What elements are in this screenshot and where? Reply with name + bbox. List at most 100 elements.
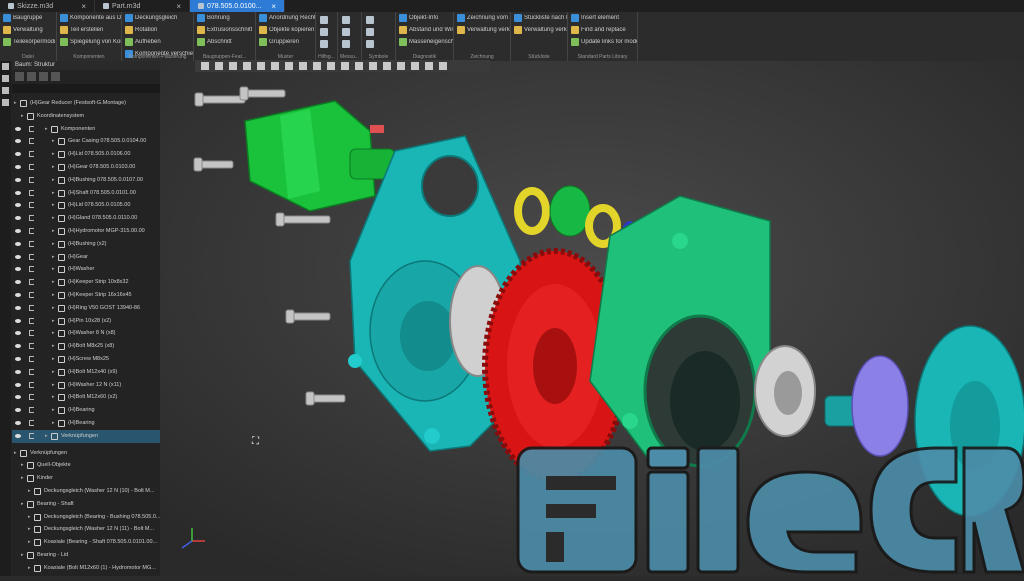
visibility-eye-icon[interactable] [15,139,21,144]
expand-arrow-icon[interactable]: ▸ [21,498,24,511]
tree-row[interactable]: ▸ (H)Gear 078.505.0.0103.00 [12,161,160,174]
visibility-eye-icon[interactable] [15,331,21,336]
lock-icon[interactable] [29,176,34,183]
camera-icon[interactable] [355,62,363,70]
ribbon-button[interactable]: Masseneigenschaften [399,38,453,46]
ribbon-button[interactable]: Gruppieren [259,38,299,46]
lock-icon[interactable] [29,164,34,170]
visibility-eye-icon[interactable] [15,267,21,272]
tool-icon[interactable] [342,16,350,24]
ribbon-button[interactable]: Aufheben [125,38,161,46]
expand-arrow-icon[interactable]: ▸ [14,97,17,110]
visibility-eye-icon[interactable] [15,280,21,285]
visibility-eye-icon[interactable] [15,216,21,221]
visibility-eye-icon[interactable] [15,203,21,208]
tree-row[interactable]: ▸ (H)Lid 078.505.0.0105.00 [12,199,160,212]
menu-icon[interactable] [2,99,9,106]
tree-row[interactable]: ▸ Koaxiale (Bolt M12x60 (1) - Hydromotor … [12,562,160,575]
visibility-eye-icon[interactable] [15,126,21,131]
expand-arrow-icon[interactable]: ▸ [52,302,55,315]
ribbon-button[interactable]: Zeichnung vom Modell erstellen [457,14,510,22]
tree-row[interactable]: ▸ (H)Bolt M8x25 (x8) [12,340,160,353]
lock-icon[interactable] [29,292,34,298]
tree-row[interactable]: ▸ Bearing - Shaft [12,498,160,511]
expand-arrow-icon[interactable]: ▸ [52,161,55,174]
lock-icon[interactable] [29,407,34,414]
close-icon[interactable]: × [81,2,86,11]
document-tab[interactable]: Skizze.m3d × [0,0,95,12]
ribbon-button[interactable]: Objekte kopieren [259,26,314,34]
tree-row[interactable]: ▸ (H)Bearing [12,404,160,417]
orient-icon[interactable] [383,62,391,70]
tree-row[interactable]: ▸ (H)Washer [12,263,160,276]
hide-icon[interactable] [313,62,321,70]
visibility-eye-icon[interactable] [15,152,21,157]
expand-arrow-icon[interactable]: ▸ [52,327,55,340]
lock-icon[interactable] [29,356,34,362]
properties-icon[interactable] [2,75,9,82]
ribbon-button[interactable]: Bohrung [197,14,230,22]
tree-row[interactable]: ▸ Quell-Objekte [12,459,160,472]
lock-icon[interactable] [29,228,34,234]
tool-icon[interactable] [342,28,350,36]
expand-arrow-icon[interactable]: ▸ [52,148,55,161]
tree-row[interactable]: ▸ (H)Bushing (x2) [12,238,160,251]
tree-row[interactable]: ▸ Bearing - Lid [12,549,160,562]
visibility-eye-icon[interactable] [15,433,21,438]
tree-row[interactable]: ▸ (H)Screw M8x25 [12,353,160,366]
expand-arrow-icon[interactable]: ▸ [52,187,55,200]
ribbon-button[interactable]: Deckungsgleich [125,14,177,22]
close-icon[interactable]: × [176,2,181,11]
tree-row[interactable]: ▸ (H)Gland 078.505.0.0110.00 [12,212,160,225]
filter-icon[interactable] [327,62,335,70]
tree-row[interactable]: ▸ Deckungsgleich (Washer 12 N (11) - Bolt… [12,523,160,536]
visibility-eye-icon[interactable] [15,357,21,361]
expand-arrow-icon[interactable]: ▸ [21,472,24,485]
lock-icon[interactable] [29,138,34,145]
document-tab[interactable]: 078.505.0.0100... × [190,0,285,12]
light-icon[interactable] [341,62,349,70]
lock-icon[interactable] [29,394,34,401]
ribbon-button[interactable]: Find and replace [571,26,626,34]
lock-icon[interactable] [29,432,34,439]
expand-arrow-icon[interactable]: ▸ [52,366,55,379]
select-icon[interactable] [201,62,209,70]
view-cube-icon[interactable] [271,62,279,70]
visibility-eye-icon[interactable] [15,369,21,374]
lock-icon[interactable] [29,279,34,286]
visibility-eye-icon[interactable] [15,408,21,413]
visibility-eye-icon[interactable] [15,395,21,400]
expand-arrow-icon[interactable]: ▸ [52,379,55,392]
tree-row[interactable]: ▸ Deckungsgleich (Bearing - Bushing 078.5… [12,511,160,524]
ribbon-button[interactable]: Baugruppe [3,14,42,22]
tree-row[interactable]: ▸ (H)Bearing [12,417,160,430]
filter-icon[interactable] [39,72,48,81]
expand-arrow-icon[interactable]: ▸ [14,447,17,460]
settings-icon[interactable] [51,72,60,81]
tree-row[interactable]: ▸ (H)Washer 12 N (x11) [12,379,160,392]
lock-icon[interactable] [29,343,34,350]
tree-row[interactable]: ▸ (H)Shaft 078.505.0.0101.00 [12,187,160,200]
visibility-eye-icon[interactable] [15,190,21,195]
expand-arrow-icon[interactable]: ▸ [52,174,55,187]
expand-arrow-icon[interactable]: ▸ [45,123,48,136]
expand-arrow-icon[interactable]: ▸ [52,340,55,353]
tool-icon[interactable] [342,40,350,48]
tree-row[interactable]: ▸ Komponenten [12,123,160,136]
expand-arrow-icon[interactable]: ▸ [52,251,55,264]
lock-icon[interactable] [29,215,34,222]
ribbon-button[interactable]: Insert element [571,14,619,22]
expand-arrow-icon[interactable]: ▸ [28,511,31,524]
lock-icon[interactable] [29,420,34,426]
tree-row[interactable]: ▸ Deckungsgleich (Washer 12 N (10) - Bolt… [12,485,160,498]
lock-icon[interactable] [29,381,34,388]
expand-arrow-icon[interactable]: ▸ [52,263,55,276]
visibility-eye-icon[interactable] [15,293,21,297]
display-mode-icon[interactable] [285,62,293,70]
tree-row[interactable]: ▸ (H)Washer 8 N (x8) [12,327,160,340]
expand-arrow-icon[interactable]: ▸ [28,562,31,575]
visibility-eye-icon[interactable] [15,318,21,323]
ribbon-button[interactable]: Teilekörpermodi... [3,38,56,46]
lock-icon[interactable] [29,202,34,209]
tool-icon[interactable] [366,40,374,48]
